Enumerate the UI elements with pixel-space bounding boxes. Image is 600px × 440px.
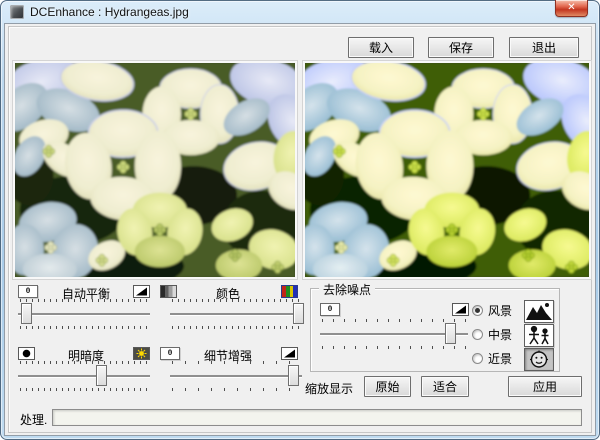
window-title: DCEnhance : Hydrangeas.jpg [30,4,189,19]
radio-circle [472,328,483,340]
tick-marks [20,388,148,391]
color-gradient-icon[interactable] [160,285,177,298]
denoise-group-title: 去除噪点 [319,281,376,298]
radio-landscape-label: 风景 [488,303,513,318]
radio-circle [472,304,483,316]
radio-closeup-label: 近景 [488,351,513,366]
denoise-max-icon[interactable] [452,303,469,316]
auto-balance-reset-button[interactable]: 0 [18,285,38,298]
tick-marks [172,326,300,329]
slider-track[interactable] [170,375,302,377]
zoom-display-label: 缩放显示 [305,382,354,396]
tick-marks [172,361,300,364]
radio-closeup[interactable]: 近景 [472,351,513,366]
preview-enhanced[interactable] [303,61,591,279]
fit-button[interactable]: 适合 [421,376,469,397]
load-button[interactable]: 载入 [348,37,414,58]
auto-balance-slider[interactable] [18,299,150,329]
landscape-mountain-icon[interactable] [524,300,554,323]
slider-track[interactable] [18,313,150,315]
slider-thumb[interactable] [293,303,305,324]
tick-marks [20,299,148,302]
tick-marks [172,299,300,302]
tick-marks [20,361,148,364]
radio-circle [472,352,483,364]
radio-midrange-label: 中景 [488,327,513,342]
radio-dot [475,307,480,313]
app-icon[interactable] [10,4,24,19]
preview-original[interactable] [13,61,297,279]
radio-landscape[interactable]: 风景 [472,303,513,318]
apply-button[interactable]: 应用 [508,376,582,397]
tick-marks [322,346,466,349]
status-label: 处理. [20,413,48,427]
slider-thumb[interactable] [445,323,457,344]
tick-marks [322,319,466,322]
slider-thumb[interactable] [287,365,299,386]
original-size-button[interactable]: 原始 [364,376,411,397]
brightness-sun-icon[interactable] [133,347,150,360]
close-button[interactable]: ✕ [555,0,588,17]
color-rgb-icon[interactable] [281,285,298,298]
close-icon: ✕ [567,2,576,13]
closeup-face-icon[interactable] [524,348,554,371]
slider-thumb[interactable] [96,365,108,386]
slider-thumb[interactable] [20,303,32,324]
save-button[interactable]: 保存 [428,37,494,58]
denoise-slider[interactable] [320,319,468,349]
tick-marks [172,388,300,391]
titlebar[interactable]: DCEnhance : Hydrangeas.jpg ✕ [0,0,600,23]
exit-button[interactable]: 退出 [509,37,579,58]
brightness-slider[interactable] [18,361,150,391]
auto-balance-max-icon[interactable] [133,285,150,298]
brightness-dark-icon[interactable] [18,347,35,360]
detail-enhance-slider[interactable] [170,361,302,391]
detail-enhance-reset-button[interactable]: 0 [160,347,180,360]
tick-marks [20,326,148,329]
slider-track[interactable] [18,375,150,377]
color-slider[interactable] [170,299,305,329]
slider-track[interactable] [170,313,302,315]
denoise-reset-button[interactable]: 0 [320,303,340,316]
dialog-body: 载入 保存 退出 0 自动平衡 颜色 明暗度 0 细节增强 去除噪点 0 风景 … [4,23,596,436]
detail-enhance-max-icon[interactable] [281,347,298,360]
radio-midrange[interactable]: 中景 [472,327,513,342]
progress-bar [52,409,582,426]
midrange-people-icon[interactable] [524,324,554,347]
app-window: DCEnhance : Hydrangeas.jpg ✕ 载入 保存 退出 0 … [0,0,600,440]
